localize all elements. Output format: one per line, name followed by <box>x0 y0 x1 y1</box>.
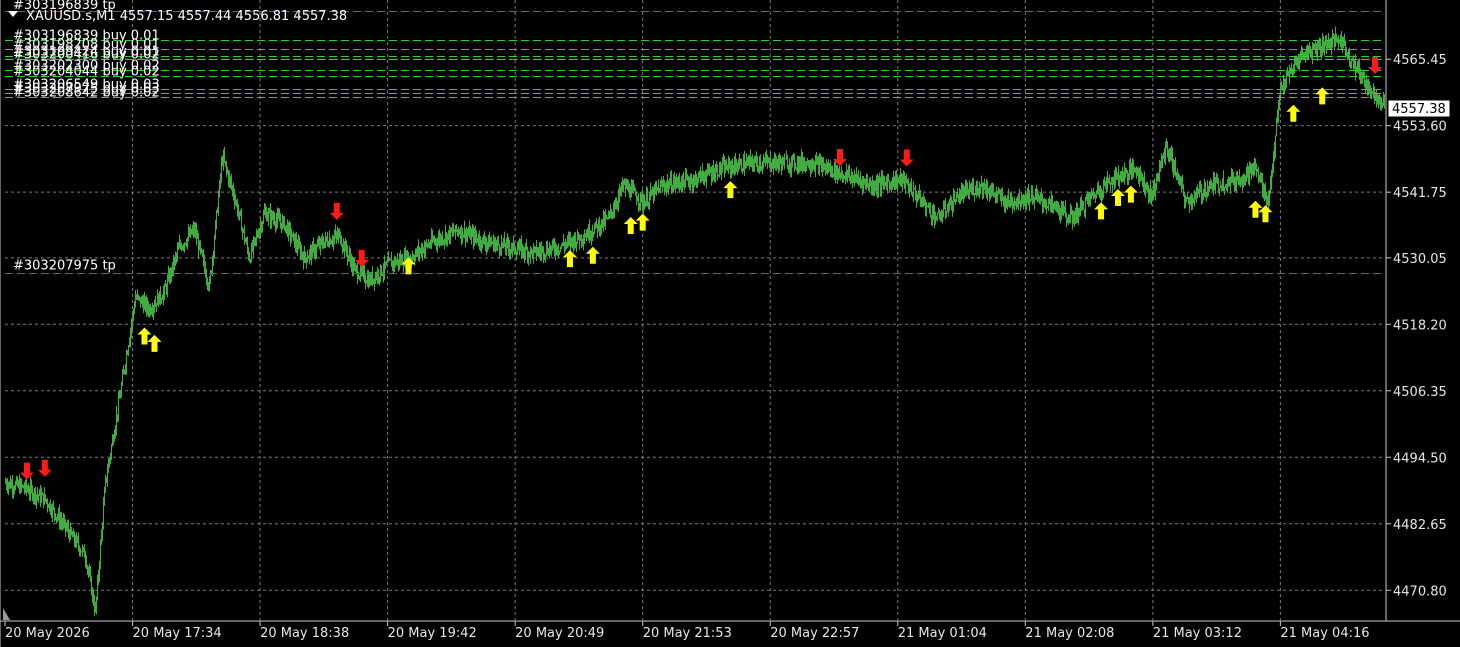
chart-window[interactable]: #303196839 buy 0.01 #303198208 buy 0.01 #3… <box>0 0 1460 647</box>
xtick-label: 20 May 21:53 <box>643 626 732 641</box>
current-price-marker: 4557.38 <box>1387 99 1451 118</box>
xtick-label: 20 May 20:49 <box>515 626 604 641</box>
price-chart[interactable]: #303196839 buy 0.01#303198208 buy 0.01#3… <box>0 0 1460 647</box>
xtick-label: 21 May 04:16 <box>1280 626 1369 641</box>
xtick-label: 20 May 2026 <box>5 626 90 641</box>
xtick-label: 21 May 01:04 <box>898 626 987 641</box>
xtick-label: 21 May 02:08 <box>1025 626 1114 641</box>
ytick-label: 4494.50 <box>1393 451 1447 466</box>
take-profit-label: #303207975 tp <box>13 259 116 274</box>
buy-order-label: #303208642 buy 0.02 <box>13 86 160 101</box>
ytick-label: 4518.20 <box>1393 318 1447 333</box>
ytick-label: 4553.60 <box>1393 120 1447 135</box>
ytick-label: 4541.75 <box>1393 186 1447 201</box>
ytick-label: 4482.65 <box>1393 518 1447 533</box>
xtick-label: 20 May 19:42 <box>388 626 477 641</box>
ytick-label: 4565.45 <box>1393 53 1447 68</box>
xtick-label: 20 May 17:34 <box>133 626 222 641</box>
xtick-label: 20 May 18:38 <box>260 626 349 641</box>
ytick-label: 4506.35 <box>1393 385 1447 400</box>
symbol-info: XAUUSD.s,M1 4557.15 4557.44 4556.81 4557… <box>26 9 347 24</box>
current-price-label: 4557.38 <box>1392 102 1446 117</box>
xtick-label: 20 May 22:57 <box>770 626 859 641</box>
xtick-label: 21 May 03:12 <box>1153 626 1242 641</box>
ytick-label: 4470.80 <box>1393 584 1447 599</box>
ytick-label: 4530.05 <box>1393 252 1447 267</box>
